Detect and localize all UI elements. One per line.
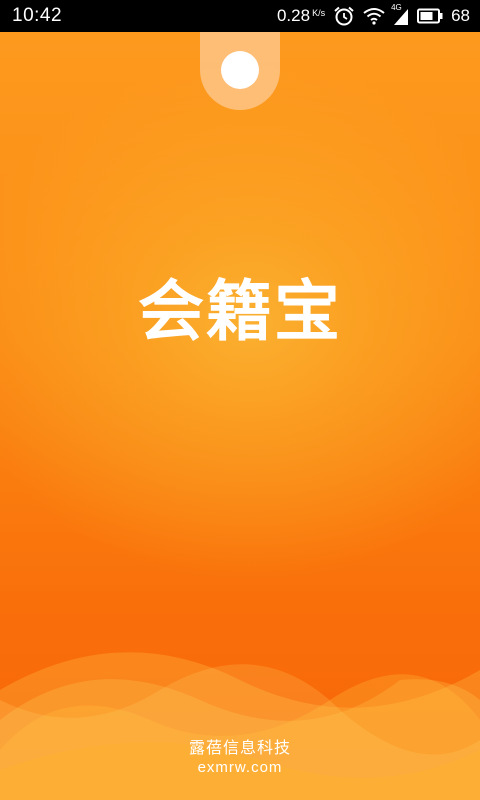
network-speed-unit: K/s (312, 8, 326, 18)
network-speed-value: 0.28 (276, 6, 311, 25)
tag-hole (221, 51, 259, 89)
splash-screen: 会籍宝 露蓓信息科技 exmrw.com (0, 32, 480, 800)
company-url: exmrw.com (197, 759, 283, 776)
network-speed: 0.28 K/s (277, 6, 325, 26)
tag-hanger (200, 32, 280, 110)
battery-icon (417, 8, 443, 24)
app-logo: 会籍宝 (138, 273, 342, 350)
company-name: 露蓓信息科技 (188, 738, 291, 757)
alarm-icon (333, 5, 355, 27)
battery-level: 68 (451, 6, 470, 25)
cellular-signal-icon: 4G (391, 3, 409, 25)
status-icons: 0.28 K/s 4G 68 (277, 3, 470, 27)
wifi-icon (363, 7, 385, 25)
status-time: 10:42 (12, 5, 63, 26)
status-bar: 10:42 0.28 K/s 4G 68 (0, 0, 480, 32)
network-type-label: 4G (391, 3, 402, 12)
company-info: 露蓓信息科技 exmrw.com (0, 734, 480, 776)
